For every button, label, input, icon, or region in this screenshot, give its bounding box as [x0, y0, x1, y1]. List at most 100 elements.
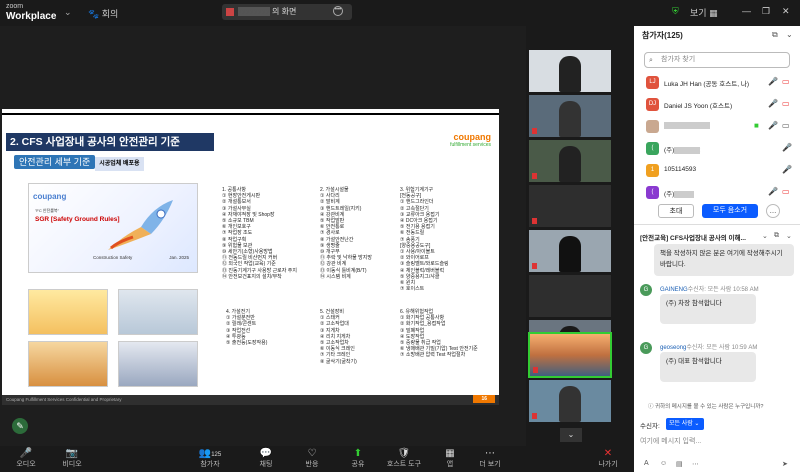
- apps-button[interactable]: ▦ 앱: [430, 449, 470, 469]
- emoji-icon[interactable]: ☺: [660, 460, 667, 467]
- view-button[interactable]: 보기 ▦: [690, 6, 718, 19]
- collapse-icon[interactable]: ⌄: [786, 232, 792, 240]
- send-icon[interactable]: ➤: [782, 460, 788, 468]
- mic-icon[interactable]: 🎤: [782, 165, 792, 174]
- shield-icon[interactable]: ⛨: [672, 6, 679, 17]
- subtitle-label: 안전관리 세부 기준: [14, 155, 96, 169]
- popout-icon[interactable]: ⧉: [774, 232, 779, 240]
- avatar: G: [640, 342, 652, 354]
- participant-name: (주)xxxxxx: [664, 191, 694, 198]
- video-tile[interactable]: [528, 274, 612, 318]
- video-tile[interactable]: [528, 49, 612, 93]
- participant-name: Daniel JS Yoon (호스트): [664, 103, 733, 110]
- participant-name: 105114593: [664, 166, 697, 173]
- avatar: 1: [646, 164, 659, 177]
- avatar: G: [640, 284, 652, 296]
- thumbnail-image: [28, 289, 108, 335]
- logo-big: Workplace: [6, 11, 57, 22]
- invite-button[interactable]: 초대: [658, 204, 694, 218]
- visibility-hint[interactable]: ⓘ 귀하의 메시지를 볼 수 있는 사람은 누구입니까?: [648, 402, 763, 410]
- video-tile[interactable]: [528, 379, 612, 423]
- video-tile[interactable]: [528, 94, 612, 138]
- camera-off-icon[interactable]: ▭: [782, 187, 790, 196]
- avatar: [646, 120, 659, 133]
- participant-row[interactable]: ( (주)xxxxxx 🎤 ▭: [634, 182, 800, 204]
- participant-row[interactable]: 1 105114593 🎤: [634, 160, 800, 182]
- mic-muted-icon: 🎤: [19, 448, 33, 459]
- camera-off-icon[interactable]: ▭: [782, 99, 790, 108]
- recipient-label: 수신자:: [640, 423, 660, 430]
- meeting-toolbar: 🎤 오디오 📷 비디오 👥125 참가자 💬 채팅 ♡ 반응 ⬆ 공유 🛡 호스트 도구 ▦ 앱…: [0, 446, 634, 472]
- participant-row[interactable]: ((주)xxxxxxxx 🎤: [634, 138, 800, 160]
- section-hazard-equipment: 3. 위험기계기구 [전동공구] ① 핸드그라인더 ② 고속절단기 ③ 교류아크…: [400, 187, 449, 293]
- annotate-icon[interactable]: ✎: [12, 418, 28, 434]
- mute-all-button[interactable]: 모두 음소거: [702, 204, 758, 218]
- recipient-select[interactable]: 모든 사람 ⌄: [666, 418, 704, 430]
- video-button[interactable]: 📷 비디오: [52, 449, 92, 469]
- camera-icon[interactable]: ▭: [782, 121, 790, 130]
- avatar: DJ: [646, 98, 659, 111]
- slide-title: 2. CFS 사업장내 공사의 안전관리 기준: [6, 133, 214, 151]
- more-icon: ⋯: [485, 448, 495, 459]
- panel-divider: [634, 224, 800, 225]
- popout-icon[interactable]: ⧉: [772, 30, 778, 40]
- video-tile-active-speaker[interactable]: [528, 332, 612, 378]
- cover-line1: "FC 안전룰북": [35, 208, 60, 213]
- minimize-icon[interactable]: —: [742, 6, 751, 16]
- format-icon[interactable]: A: [644, 460, 649, 467]
- mic-icon[interactable]: 🎤: [768, 121, 778, 130]
- section-temporary-facilities: 2. 가설시설물 ① 사다리 ② 말비계 ③ 핸드트레일(지키) ④ 강관비계 …: [320, 187, 372, 280]
- participant-row[interactable]: DJ Daniel JS Yoon (호스트) 🎤 ▭: [634, 94, 800, 116]
- reactions-button[interactable]: ♡ 반응: [292, 449, 332, 469]
- participant-actions: 초대 모두 음소거 …: [634, 204, 800, 220]
- participant-row[interactable]: LJ Luka JH Han (공동 호스트, 나) 🎤 ▭: [634, 72, 800, 94]
- more-icon[interactable]: •••: [333, 6, 343, 16]
- audio-button[interactable]: 🎤 오디오: [6, 449, 46, 469]
- slide-page-number: 16: [473, 395, 495, 403]
- video-tile[interactable]: [528, 184, 612, 228]
- mic-icon[interactable]: 🎤: [782, 143, 792, 152]
- mic-muted-icon[interactable]: 🎤: [768, 99, 778, 108]
- chat-sender-line: GAINENG수신자: 모든 사람 10:58 AM: [660, 287, 759, 293]
- cover-brand: coupang: [33, 192, 67, 201]
- slide-top-rule: [2, 113, 499, 115]
- file-icon[interactable]: ▤: [676, 460, 683, 468]
- chevron-down-icon[interactable]: ⌄: [762, 232, 768, 240]
- participant-search-input[interactable]: ⌕ 참가자 찾기: [644, 52, 790, 68]
- zoom-logo: zoom Workplace: [6, 2, 56, 22]
- avatar: (: [646, 186, 659, 199]
- participant-row[interactable]: xxxxxxxxxxxxxx ■ 🎤 ▭: [634, 116, 800, 138]
- chevron-down-icon[interactable]: ⌄: [64, 7, 72, 18]
- chat-sender-line: geoseong수신자: 모든 사람 10:59 AM: [660, 345, 758, 351]
- share-button[interactable]: ⬆ 공유: [338, 449, 378, 469]
- camera-off-icon[interactable]: ▭: [782, 77, 790, 86]
- side-panel: 참가자(125) ⧉ ⌄ ⌕ 참가자 찾기 LJ Luka JH Han (공동 호…: [634, 26, 800, 472]
- section-temporary-electric: 4. 가설전기 ① 가설분전반 ② 릴레/콘센트 ③ 작업전선 ④ 투광등 ⑤ …: [226, 309, 268, 347]
- chat-message: (주) 차장 참석합니다: [660, 294, 756, 324]
- participant-name-redacted: xxxxxxxxxxxxxx: [664, 122, 710, 129]
- collapse-icon[interactable]: ⌄: [786, 30, 793, 39]
- more-icon[interactable]: ⋯: [692, 460, 699, 468]
- scroll-down-button[interactable]: ⌄: [560, 428, 582, 442]
- close-icon[interactable]: ✕: [782, 6, 790, 17]
- chat-button[interactable]: 💬 채팅: [246, 449, 286, 469]
- leave-button[interactable]: ✕ 나가기: [588, 449, 628, 469]
- video-tile[interactable]: [528, 139, 612, 183]
- chat-message-input[interactable]: 여기에 메시지 입력...: [640, 436, 794, 450]
- mic-muted-icon[interactable]: 🎤: [768, 187, 778, 196]
- more-button[interactable]: ⋯ 더 보기: [470, 449, 510, 469]
- restore-icon[interactable]: ❐: [762, 6, 770, 17]
- participant-count: 125: [211, 452, 222, 458]
- rocket-icon: [108, 200, 173, 250]
- search-icon: ⌕: [649, 57, 653, 64]
- shared-screen-area: 2. CFS 사업장내 공사의 안전관리 기준 coupang fulfillme…: [0, 26, 526, 446]
- tab-meeting[interactable]: 🐾 회의: [88, 7, 118, 20]
- mic-muted-icon[interactable]: 🎤: [768, 77, 778, 86]
- video-tile[interactable]: [528, 229, 612, 273]
- host-tools-button[interactable]: 🛡 호스트 도구: [384, 449, 424, 469]
- thumbnail-image: [28, 341, 108, 387]
- participants-button[interactable]: 👥125 참가자: [190, 449, 230, 469]
- more-options-button[interactable]: …: [766, 204, 780, 218]
- participant-list: LJ Luka JH Han (공동 호스트, 나) 🎤 ▭ DJ Daniel JS …: [634, 72, 800, 204]
- cover-line3: Construction Safety: [93, 255, 133, 260]
